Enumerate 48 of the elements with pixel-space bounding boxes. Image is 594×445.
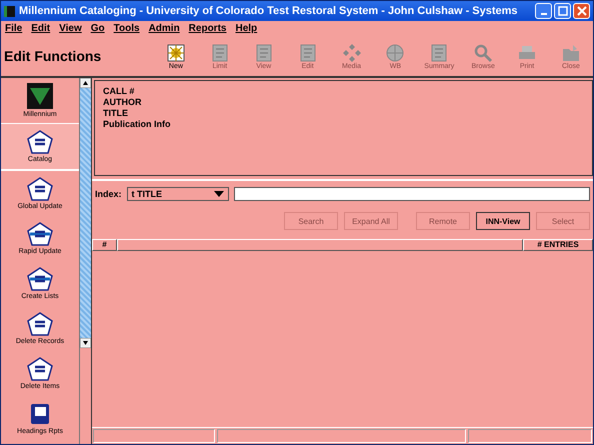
scrollbar[interactable] — [79, 78, 91, 444]
document-icon — [254, 42, 274, 62]
index-dropdown[interactable]: t TITLE — [126, 187, 229, 201]
field-label: AUTHOR — [103, 97, 142, 108]
minimize-button[interactable] — [535, 3, 552, 19]
scroll-up-icon[interactable] — [80, 78, 91, 88]
scroll-down-icon[interactable] — [80, 338, 91, 348]
maximize-icon — [558, 6, 568, 16]
pentagon-icon — [27, 267, 53, 291]
maximize-button[interactable] — [554, 3, 571, 19]
document-icon — [210, 42, 230, 62]
menu-item[interactable]: Tools — [114, 23, 140, 34]
window-title: Millennium Cataloging - University of Colorado Test Restoral System - John Culshaw - Systems — [19, 5, 519, 17]
field-label: CALL # — [103, 86, 136, 97]
menu-item[interactable]: Reports — [188, 23, 226, 34]
column-header[interactable] — [117, 239, 523, 251]
index-label: Index: — [95, 189, 122, 199]
folder-icon — [560, 42, 581, 62]
column-header[interactable]: # ENTRIES — [523, 239, 593, 251]
menu-item[interactable]: Help — [235, 23, 258, 34]
close-button[interactable] — [573, 3, 590, 19]
pentagon-icon — [27, 222, 53, 246]
search-icon — [473, 42, 494, 62]
menu-item[interactable]: Go — [90, 23, 105, 34]
diamonds-icon — [342, 42, 362, 62]
pentagon-icon — [27, 312, 53, 336]
globe-icon — [385, 42, 406, 62]
menu-item[interactable]: File — [5, 23, 22, 34]
menu-item[interactable]: View — [59, 23, 82, 34]
search-field[interactable] — [234, 187, 590, 201]
dropdown-arrow-icon — [214, 191, 224, 197]
document-icon — [429, 42, 450, 62]
minimize-icon — [540, 13, 546, 15]
action-button[interactable]: INN-View — [476, 212, 530, 230]
menu-item[interactable]: Edit — [31, 23, 50, 34]
column-header[interactable]: # — [92, 239, 117, 251]
pentagon-icon — [27, 357, 53, 381]
field-label: TITLE — [103, 108, 129, 119]
app-logo-icon — [4, 6, 15, 16]
logo-icon — [27, 83, 53, 109]
pentagon-icon — [27, 177, 53, 201]
menu-item[interactable]: Admin — [148, 23, 180, 34]
section-title: Edit Functions — [3, 48, 102, 64]
document-icon — [298, 42, 318, 62]
sun-icon — [166, 42, 186, 62]
pentagon-icon — [27, 130, 53, 154]
close-icon — [576, 6, 586, 16]
field-label: Publication Info — [103, 119, 172, 130]
